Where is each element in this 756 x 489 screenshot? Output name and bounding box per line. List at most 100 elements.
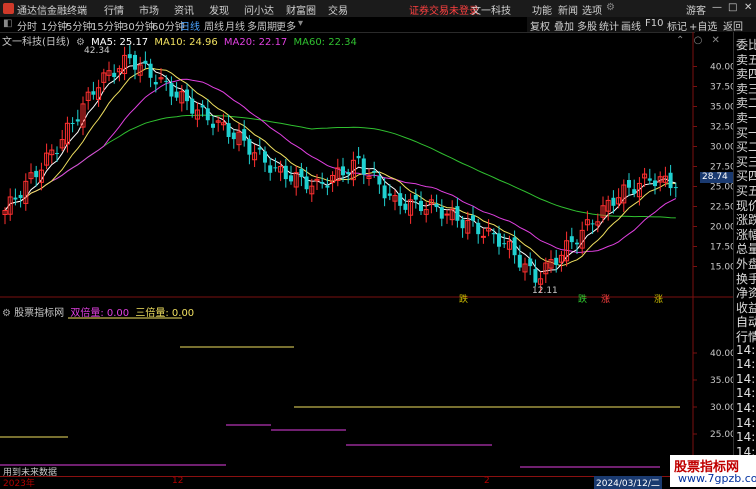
period-15min[interactable]: 15分钟 [91, 18, 124, 33]
menu-jiaoyi[interactable]: 交易 [328, 2, 348, 17]
signal-label-3: 涨 [601, 295, 611, 305]
period-5min[interactable]: 5分钟 [66, 18, 92, 33]
settings-icon[interactable]: ⚙ [606, 2, 615, 13]
period-multi[interactable]: 多周期 [247, 18, 277, 33]
candle-down [112, 72, 117, 78]
period-fenshi[interactable]: 分时 [17, 18, 37, 33]
price-axis-label: 37.50 [710, 83, 733, 93]
quote-row: 14:5 [736, 357, 756, 372]
current-date-label: 2024/03/12/二 [594, 476, 662, 489]
candle-down [174, 91, 179, 98]
btn-biaoji[interactable]: 标记 [667, 18, 687, 33]
panel-controls: ⌃ ○ ✕ [676, 35, 720, 46]
year-label: 2023年 [3, 479, 35, 489]
candle-down [528, 258, 533, 267]
period-1min[interactable]: 1分钟 [41, 18, 67, 33]
chevron-down-icon[interactable]: ▾ [298, 18, 303, 29]
time-axis-bar: 用到未来数据 2023年 12 2 2024/03/12/二 [0, 468, 733, 489]
indicator-label-2: 三倍量: 0.00 [135, 308, 195, 319]
menu-xuanxiang[interactable]: 选项 [582, 2, 602, 17]
indicator-title: 股票指标网 [14, 308, 65, 319]
btn-duogu[interactable]: 多股 [577, 18, 597, 33]
indicator-panel [0, 317, 680, 468]
btn-fuquan[interactable]: 复权 [530, 18, 550, 33]
period-more[interactable]: 更多 [276, 18, 296, 33]
candle-down [325, 185, 330, 188]
candle-down [460, 219, 465, 229]
gear-icon[interactable]: ⚙ [2, 308, 11, 319]
chevron-up-icon[interactable]: ⌃ [676, 35, 684, 46]
candle-down [200, 105, 205, 108]
candle-down [569, 236, 574, 243]
price-axis-label: 17.50 [710, 243, 733, 253]
candle-down [143, 60, 148, 64]
quote-row: 14:5 [736, 430, 756, 445]
candle-down [211, 123, 215, 128]
candle-down [611, 197, 616, 206]
menu-hangqing[interactable]: 行情 [104, 2, 124, 17]
signal-label-4: 涨 [654, 295, 664, 305]
btn-add-watchlist[interactable]: +自选 [689, 18, 717, 33]
candle-down [356, 155, 361, 159]
high-price-label: 42.34 [84, 46, 110, 56]
period-daily[interactable]: 日线 [180, 18, 200, 33]
candle-down [455, 206, 460, 221]
btn-back[interactable]: 返回 [723, 18, 743, 33]
candle-down [419, 200, 423, 212]
circle-icon[interactable]: ○ [694, 35, 703, 46]
candle-down [502, 243, 507, 245]
chart-area[interactable]: 40.00 37.50 35.00 32.50 30.00 27.50 25.00 22.50… [0, 32, 733, 476]
period-weekly[interactable]: 周线 [204, 18, 224, 33]
maximize-icon[interactable]: □ [728, 2, 737, 13]
login-warning[interactable]: 证券交易未登录 [409, 2, 479, 17]
candle-down [439, 207, 444, 219]
menu-caifuquan[interactable]: 财富圈 [286, 2, 316, 17]
period-monthly[interactable]: 月线 [225, 18, 245, 33]
candle-down [164, 80, 169, 82]
menu-zixun[interactable]: 资讯 [174, 2, 194, 17]
btn-diejia[interactable]: 叠加 [554, 18, 574, 33]
candle-down [133, 54, 137, 70]
sub-axis-label: 25.00 [710, 430, 733, 440]
close-panel-icon[interactable]: ✕ [712, 35, 720, 46]
candle-down [257, 147, 262, 150]
menu-gongneng[interactable]: 功能 [532, 2, 552, 17]
candle-down [273, 167, 278, 169]
quote-row: 14:5 [736, 371, 756, 386]
candle-down [304, 176, 309, 190]
price-axis-label: 32.50 [710, 123, 733, 133]
candle-up [444, 213, 450, 216]
menu-faxian[interactable]: 发现 [209, 2, 229, 17]
period-30min[interactable]: 30分钟 [122, 18, 155, 33]
user-guest[interactable]: 游客 [686, 2, 706, 17]
candle-down [247, 139, 252, 155]
candle-down [153, 81, 158, 85]
candle-down [476, 222, 481, 235]
candle-down [590, 223, 595, 225]
btn-huaxian[interactable]: 画线 [621, 18, 641, 33]
candle-down [434, 204, 439, 208]
quote-row: 14:5 [736, 386, 756, 401]
candle-down [387, 193, 392, 196]
btn-tongji[interactable]: 统计 [599, 18, 619, 33]
watermark-url: www.7gpzb.com [678, 472, 756, 485]
site-watermark: 股票指标网 www.7gpzb.com [670, 455, 756, 487]
candle-down [127, 54, 132, 59]
btn-f10[interactable]: F10 [645, 18, 663, 29]
candle-down [471, 215, 475, 221]
minimize-icon[interactable]: — [712, 2, 722, 13]
grid [0, 32, 733, 476]
candle-down [398, 193, 403, 206]
app-logo-icon [3, 3, 14, 14]
candle-down [231, 132, 236, 140]
candle-down [75, 119, 80, 122]
close-icon[interactable]: ✕ [744, 2, 752, 13]
menu-xinwen[interactable]: 新闻 [558, 2, 578, 17]
menu-wenxiaoda[interactable]: 问小达 [244, 2, 274, 17]
price-axis-label: 15.00 [710, 263, 733, 273]
menu-shichang[interactable]: 市场 [139, 2, 159, 17]
title-bar: 通达信金融终端 行情 市场 资讯 发现 问小达 财富圈 交易 证券交易未登录 文… [0, 0, 756, 17]
expand-icon[interactable]: ◧ [3, 18, 12, 29]
candle-down [413, 194, 418, 200]
candle-down [299, 168, 304, 178]
